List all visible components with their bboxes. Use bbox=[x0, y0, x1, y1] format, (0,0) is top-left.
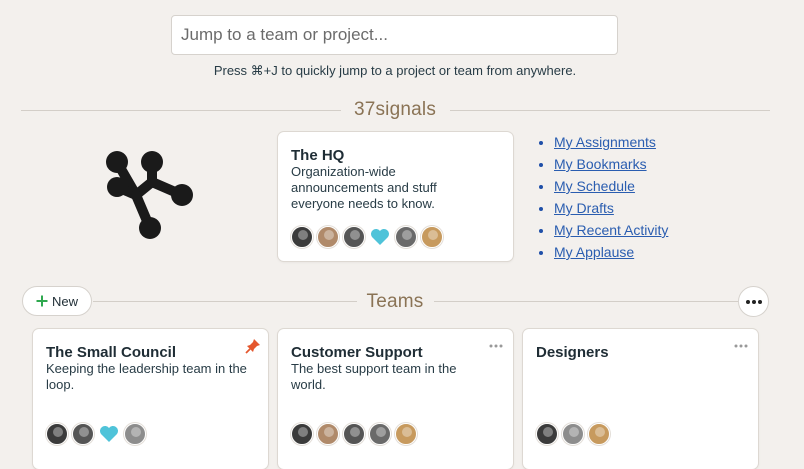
avatar bbox=[291, 226, 313, 248]
avatar bbox=[46, 423, 68, 445]
teams-more-button[interactable] bbox=[738, 286, 769, 317]
team-card-small-council[interactable]: The Small Council Keeping the leadership… bbox=[33, 329, 268, 469]
heart-icon bbox=[98, 423, 120, 445]
team-title: Designers bbox=[536, 344, 609, 361]
my-links: My Assignments My Bookmarks My Schedule … bbox=[539, 131, 668, 263]
team-title: The Small Council bbox=[46, 344, 177, 361]
team-description: Keeping the leadership team in the loop. bbox=[46, 361, 247, 392]
my-drafts-link[interactable]: My Drafts bbox=[554, 200, 614, 216]
jump-hint: Press ⌘+J to quickly jump to a project o… bbox=[213, 63, 577, 78]
hq-title: The HQ bbox=[291, 147, 345, 164]
my-assignments-link[interactable]: My Assignments bbox=[554, 134, 656, 150]
avatar bbox=[421, 226, 443, 248]
avatar bbox=[317, 423, 339, 445]
avatar bbox=[343, 226, 365, 248]
team-card-designers[interactable]: Designers bbox=[523, 329, 758, 469]
avatar bbox=[291, 423, 313, 445]
pin-icon[interactable] bbox=[245, 338, 261, 354]
avatar bbox=[588, 423, 610, 445]
my-applause-link[interactable]: My Applause bbox=[554, 244, 634, 260]
teams-title: Teams bbox=[366, 291, 424, 312]
avatar bbox=[395, 423, 417, 445]
hq-card[interactable]: The HQ Organization-wide announcements a… bbox=[278, 132, 513, 261]
37signals-logo bbox=[106, 151, 193, 239]
jump-search-input[interactable] bbox=[171, 15, 618, 55]
my-recent-activity-link[interactable]: My Recent Activity bbox=[554, 222, 668, 238]
my-bookmarks-link[interactable]: My Bookmarks bbox=[554, 156, 647, 172]
avatar bbox=[317, 226, 339, 248]
heart-icon bbox=[369, 226, 391, 248]
avatar bbox=[562, 423, 584, 445]
team-members bbox=[536, 423, 614, 445]
team-card-customer-support[interactable]: Customer Support The best support team i… bbox=[278, 329, 513, 469]
more-icon bbox=[745, 299, 762, 304]
hq-description: Organization-wide announcements and stuf… bbox=[291, 164, 437, 211]
team-description: The best support team in the world. bbox=[291, 361, 457, 392]
avatar bbox=[72, 423, 94, 445]
my-schedule-link[interactable]: My Schedule bbox=[554, 178, 635, 194]
avatar bbox=[536, 423, 558, 445]
team-title: Customer Support bbox=[291, 344, 423, 361]
avatar bbox=[343, 423, 365, 445]
avatar bbox=[124, 423, 146, 445]
more-icon[interactable] bbox=[489, 344, 503, 348]
more-icon[interactable] bbox=[734, 344, 748, 348]
teams-divider-right bbox=[434, 301, 738, 302]
company-divider-right bbox=[450, 110, 770, 111]
avatar bbox=[369, 423, 391, 445]
team-members bbox=[291, 423, 421, 445]
avatar bbox=[395, 226, 417, 248]
hq-members bbox=[291, 226, 447, 248]
team-members bbox=[46, 423, 150, 445]
